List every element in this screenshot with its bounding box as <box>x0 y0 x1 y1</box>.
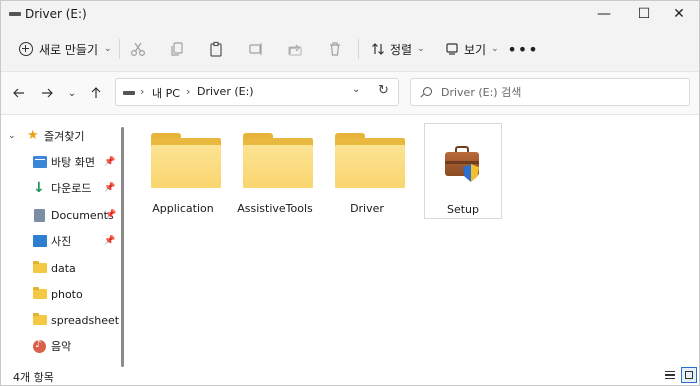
sort-button-label: 정렬 <box>390 42 413 57</box>
large-icons-view-button[interactable] <box>681 367 697 383</box>
paste-icon[interactable] <box>206 39 226 59</box>
folder-icon <box>33 313 47 325</box>
shield-icon <box>463 164 479 182</box>
command-bar: 새로 만들기 ⌄ 정렬 ⌄ 보기 ⌄ ••• <box>1 27 699 72</box>
folder-icon <box>33 287 47 299</box>
drive-icon <box>9 12 21 16</box>
sidebar-item-favorites[interactable]: ⌄ ★ 즐겨찾기 <box>1 124 117 148</box>
folder-item-assistivetools[interactable]: AssistiveTools <box>236 123 314 219</box>
folder-item-application[interactable]: Application <box>144 123 222 219</box>
sidebar-item-downloads[interactable]: ↓ 다운로드 📌 <box>1 176 117 200</box>
details-view-button[interactable] <box>663 368 677 382</box>
cut-icon[interactable] <box>128 39 148 59</box>
forward-button[interactable] <box>36 82 58 104</box>
search-icon <box>423 87 432 96</box>
sort-button[interactable]: 정렬 ⌄ <box>367 37 429 61</box>
folder-icon <box>151 133 221 189</box>
chevron-down-icon: ⌄ <box>491 44 499 54</box>
file-name: Driver <box>350 202 384 215</box>
more-options-button[interactable]: ••• <box>507 37 537 61</box>
close-button[interactable]: ✕ <box>658 1 700 27</box>
navigation-bar: ⌄ › 내 PC › Driver (E:) ⌄ ↻ <box>1 72 699 115</box>
copy-icon[interactable] <box>167 39 187 59</box>
address-history-dropdown[interactable]: ⌄ <box>352 84 360 95</box>
title-bar[interactable]: Driver (E:) — ☐ ✕ <box>1 1 699 27</box>
minimize-button[interactable]: — <box>583 1 625 27</box>
folder-icon <box>243 133 313 189</box>
divider <box>119 39 120 59</box>
download-icon: ↓ <box>33 180 45 196</box>
status-bar: 4개 항목 <box>1 367 699 385</box>
breadcrumb-chevron-icon: › <box>186 85 191 98</box>
installer-icon <box>443 144 483 184</box>
pin-icon: 📌 <box>104 183 116 193</box>
sidebar-item-data[interactable]: data <box>1 256 117 280</box>
window-title: Driver (E:) <box>25 7 87 21</box>
desktop-icon <box>33 156 47 168</box>
sidebar-item-label: data <box>51 261 76 275</box>
search-input[interactable] <box>441 84 681 100</box>
sidebar-item-label: 음악 <box>51 340 72 353</box>
folder-item-driver[interactable]: Driver <box>328 123 406 219</box>
music-icon <box>33 339 46 353</box>
sidebar-scrollbar-thumb[interactable] <box>121 127 124 367</box>
item-count: 4개 항목 <box>13 371 54 384</box>
divider <box>358 39 359 59</box>
documents-icon <box>34 208 45 222</box>
file-explorer-window: Driver (E:) — ☐ ✕ 새로 만들기 ⌄ 정렬 ⌄ 보기 ⌄ •••… <box>0 0 700 386</box>
sidebar-item-label: 즐겨찾기 <box>44 130 85 143</box>
pin-icon: 📌 <box>104 157 116 167</box>
delete-icon[interactable] <box>325 39 345 59</box>
sort-icon <box>372 43 384 55</box>
sidebar-item-documents[interactable]: Documents 📌 <box>1 203 117 227</box>
sidebar-item-label: photo <box>51 287 83 301</box>
breadcrumb-drive[interactable]: Driver (E:) <box>197 85 254 98</box>
rename-icon[interactable] <box>246 39 266 59</box>
breadcrumb-this-pc[interactable]: 내 PC <box>152 85 180 101</box>
sidebar-item-photo[interactable]: photo <box>1 282 117 306</box>
file-name: Setup <box>446 203 480 216</box>
folder-icon <box>335 133 405 189</box>
folder-icon <box>33 261 47 273</box>
forward-arrow-icon <box>42 88 53 98</box>
file-list: Application AssistiveTools Driver Setup <box>129 115 699 369</box>
sidebar-item-label: 바탕 화면 <box>51 156 95 169</box>
view-icon <box>446 43 458 55</box>
sidebar-item-label: 다운로드 <box>51 182 92 195</box>
pictures-icon <box>33 235 47 247</box>
sidebar-item-spreadsheet[interactable]: spreadsheet <box>1 308 120 332</box>
file-item-setup[interactable]: Setup <box>424 123 502 219</box>
new-button[interactable]: 새로 만들기 ⌄ <box>13 37 118 61</box>
up-arrow-icon <box>91 87 101 98</box>
up-button[interactable] <box>85 82 107 104</box>
sidebar-item-pictures[interactable]: 사진 📌 <box>1 229 117 253</box>
new-button-label: 새로 만들기 <box>39 42 99 57</box>
pin-icon: 📌 <box>105 210 117 220</box>
view-button-label: 보기 <box>464 42 487 57</box>
share-icon[interactable] <box>285 39 305 59</box>
chevron-down-icon: ⌄ <box>67 87 77 99</box>
search-box[interactable] <box>410 78 690 106</box>
refresh-icon[interactable]: ↻ <box>378 83 389 98</box>
sidebar-item-music[interactable]: 음악 <box>1 334 117 358</box>
drive-icon <box>123 91 135 95</box>
breadcrumb-chevron-icon: › <box>140 85 145 98</box>
sidebar-item-desktop[interactable]: 바탕 화면 📌 <box>1 150 117 174</box>
plus-icon <box>19 42 33 56</box>
back-button[interactable] <box>8 82 30 104</box>
recent-locations-button[interactable]: ⌄ <box>61 82 83 104</box>
star-icon: ★ <box>27 128 39 143</box>
sidebar-item-label: spreadsheet <box>51 313 120 327</box>
chevron-down-icon[interactable]: ⌄ <box>8 131 16 141</box>
view-button[interactable]: 보기 ⌄ <box>441 37 503 61</box>
chevron-down-icon: ⌄ <box>417 44 425 54</box>
back-arrow-icon <box>13 88 24 98</box>
pin-icon: 📌 <box>104 236 116 246</box>
chevron-down-icon: ⌄ <box>104 44 112 54</box>
address-bar[interactable]: › 내 PC › Driver (E:) ⌄ ↻ <box>115 78 399 106</box>
sidebar-item-label: 사진 <box>51 235 72 248</box>
navigation-pane: ⌄ ★ 즐겨찾기 바탕 화면 📌 ↓ 다운로드 📌 Documents 📌 사진… <box>1 115 127 369</box>
